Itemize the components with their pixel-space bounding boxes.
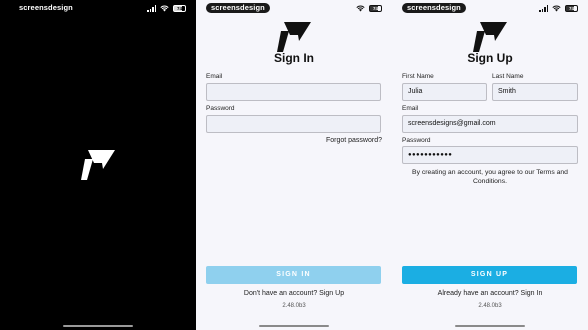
first-name-field[interactable]: Julia: [402, 83, 487, 101]
status-bar: 74: [356, 4, 382, 13]
last-name-field[interactable]: Smith: [492, 83, 578, 101]
status-bar: 74: [147, 4, 186, 13]
battery-percent: 74: [372, 6, 378, 11]
email-label: Email: [402, 105, 419, 112]
version-label: 2.48.0b3: [282, 303, 306, 309]
email-label: Email: [206, 73, 223, 80]
battery-icon: 74: [173, 5, 186, 12]
home-indicator: [63, 324, 133, 327]
signin-screen: screensdesign 74 Sign In Email Password …: [196, 0, 392, 330]
screenshot-stage: screensdesign 74 screensdesign 74 Sign I…: [0, 0, 588, 330]
sign-in-link[interactable]: Already have an account? Sign In: [392, 290, 588, 297]
status-bar: 74: [539, 4, 578, 13]
first-name-label: First Name: [402, 73, 434, 80]
password-label: Password: [206, 105, 235, 112]
password-field[interactable]: [206, 115, 381, 133]
page-title: Sign Up: [467, 51, 513, 65]
page-title: Sign In: [274, 51, 314, 65]
wifi-icon: [160, 5, 169, 12]
home-indicator: [259, 324, 329, 327]
wifi-icon: [552, 5, 561, 12]
app-logo-icon: [277, 22, 311, 52]
home-indicator: [455, 324, 525, 327]
battery-percent: 74: [568, 6, 574, 11]
password-label: Password: [402, 137, 431, 144]
battery-icon: 74: [369, 5, 382, 12]
terms-consent-text: By creating an account, you agree to our…: [412, 169, 568, 185]
cellular-signal-icon: [147, 5, 156, 12]
battery-percent: 74: [176, 6, 182, 11]
cellular-signal-icon: [539, 5, 548, 12]
app-logo-icon: [473, 22, 507, 52]
sign-up-button[interactable]: SIGN UP: [402, 266, 577, 284]
email-field[interactable]: screensdesigns@gmail.com: [402, 115, 578, 133]
watermark-badge: screensdesign: [206, 3, 270, 13]
watermark-badge: screensdesign: [19, 3, 73, 12]
battery-icon: 74: [565, 5, 578, 12]
password-field[interactable]: ●●●●●●●●●●●: [402, 146, 578, 164]
email-field[interactable]: [206, 83, 381, 101]
signup-screen: screensdesign 74 Sign Up First Name Juli…: [392, 0, 588, 330]
sign-in-button[interactable]: SIGN IN: [206, 266, 381, 284]
splash-screen: screensdesign 74: [0, 0, 196, 330]
sign-up-link[interactable]: Don't have an account? Sign Up: [196, 290, 392, 297]
app-logo-icon: [81, 150, 115, 180]
last-name-label: Last Name: [492, 73, 524, 80]
wifi-icon: [356, 5, 365, 12]
watermark-badge: screensdesign: [402, 3, 466, 13]
version-label: 2.48.0b3: [478, 303, 502, 309]
forgot-password-link[interactable]: Forgot password?: [326, 137, 382, 144]
